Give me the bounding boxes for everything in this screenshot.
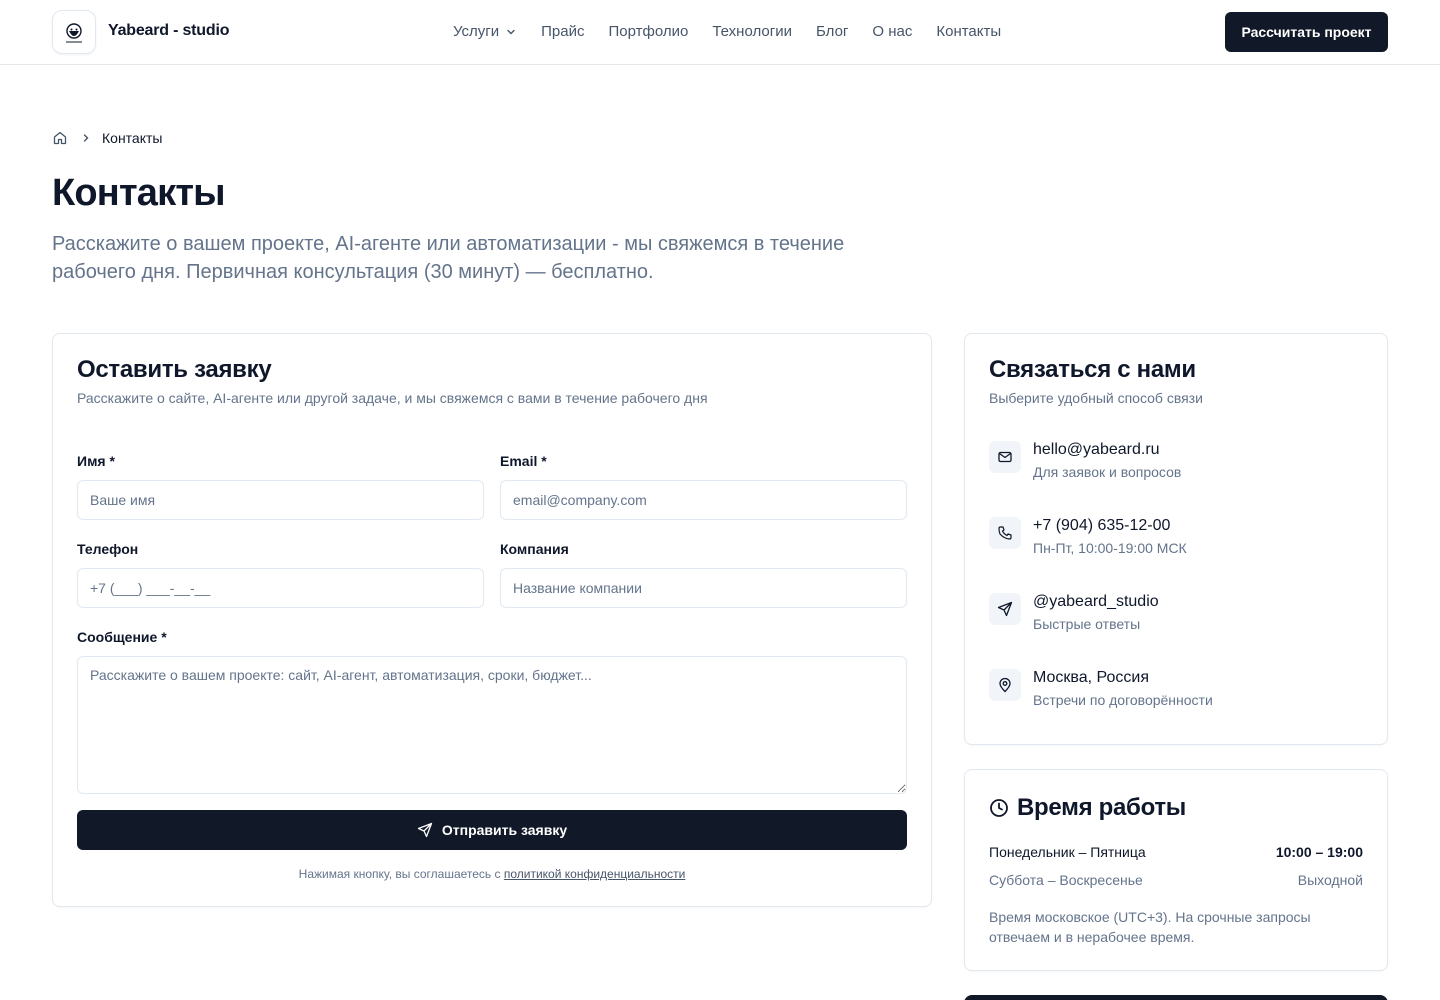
message-textarea[interactable] [77, 656, 907, 794]
site-header: Yabeard - studio Услуги Прайс Портфолио … [0, 0, 1440, 65]
name-label: Имя * [77, 453, 115, 469]
hours-header: Время работы [989, 794, 1186, 822]
company-label: Компания [500, 541, 569, 557]
nav-services-label: Услуги [453, 23, 500, 40]
contact-email: hello@yabeard.ru [1033, 441, 1160, 458]
submit-request-button[interactable]: Отправить заявку [77, 810, 907, 850]
chevron-down-icon [507, 29, 515, 34]
working-hours-card: Время работы Понедельник – Пятница 10:00… [964, 769, 1388, 971]
page-title: Контакты [52, 172, 226, 214]
request-form-card: Оставить заявку Расскажите о сайте, AI-а… [52, 333, 932, 907]
contact-description: Выберите удобный способ связи [989, 390, 1203, 406]
nav-pricing[interactable]: Прайс [541, 23, 584, 40]
breadcrumb: Контакты [52, 130, 162, 146]
mail-icon [989, 441, 1021, 473]
contact-title: Связаться с нами [989, 356, 1196, 383]
phone-label: Телефон [77, 541, 139, 557]
form-title: Оставить заявку [77, 356, 272, 383]
contact-item-phone[interactable]: +7 (904) 635-12-00 Пн-Пт, 10:00-19:00 МС… [989, 517, 1369, 561]
bottom-dark-card [964, 995, 1388, 1000]
privacy-policy-link[interactable]: политикой конфиденциальности [504, 867, 685, 881]
nav-technologies[interactable]: Технологии [712, 23, 792, 40]
email-label: Email * [500, 453, 547, 469]
hours-title: Время работы [1017, 794, 1186, 821]
hours-row-weekdays: Понедельник – Пятница 10:00 – 19:00 [989, 844, 1363, 860]
hours-note: Время московское (UTC+3). На срочные зап… [989, 909, 1311, 945]
breadcrumb-current: Контакты [102, 130, 163, 146]
hours-weekend-time: Выходной [1297, 872, 1363, 888]
message-label: Сообщение * [77, 629, 167, 645]
company-input[interactable] [500, 568, 907, 608]
page-subtitle: Расскажите о вашем проекте, AI-агенте ил… [52, 233, 845, 283]
logo[interactable] [52, 10, 96, 54]
contact-item-email[interactable]: hello@yabeard.ru Для заявок и вопросов [989, 441, 1369, 485]
contact-phone: +7 (904) 635-12-00 [1033, 517, 1171, 534]
phone-icon [989, 517, 1021, 549]
submit-label: Отправить заявку [441, 822, 568, 838]
contact-location-note: Встречи по договорённости [1033, 692, 1213, 708]
main-nav: Услуги Прайс Портфолио Технологии Блог О… [453, 23, 1025, 40]
chevron-right-icon [80, 132, 92, 144]
contact-location: Москва, Россия [1033, 669, 1149, 686]
hours-weekdays-days: Понедельник – Пятница [989, 844, 1146, 860]
contact-item-location[interactable]: Москва, Россия Встречи по договорённости [989, 669, 1369, 713]
contact-email-note: Для заявок и вопросов [1033, 464, 1182, 480]
contact-item-telegram[interactable]: @yabeard_studio Быстрые ответы [989, 593, 1369, 637]
consent-text: Нажимая кнопку, вы соглашаетесь с полити… [77, 867, 907, 881]
email-input[interactable] [500, 480, 907, 520]
beard-logo-icon [66, 23, 82, 43]
nav-portfolio[interactable]: Портфолио [609, 23, 689, 40]
hours-weekend-days: Суббота – Воскресенье [989, 872, 1143, 888]
home-icon[interactable] [52, 130, 68, 146]
nav-about[interactable]: О нас [872, 23, 912, 40]
nav-services[interactable]: Услуги [453, 23, 517, 40]
contact-telegram: @yabeard_studio [1033, 593, 1159, 610]
consent-prefix: Нажимая кнопку, вы соглашаетесь с [298, 867, 504, 881]
nav-blog[interactable]: Блог [816, 23, 848, 40]
nav-contacts[interactable]: Контакты [936, 23, 1001, 40]
calculate-project-button[interactable]: Рассчитать проект [1225, 12, 1388, 52]
map-pin-icon [989, 669, 1021, 701]
telegram-icon [989, 593, 1021, 625]
phone-input[interactable] [77, 568, 484, 608]
hours-row-weekend: Суббота – Воскресенье Выходной [989, 872, 1363, 888]
send-icon [417, 822, 433, 838]
contact-card: Связаться с нами Выберите удобный способ… [964, 333, 1388, 745]
contact-telegram-note: Быстрые ответы [1033, 616, 1141, 632]
hours-weekdays-time: 10:00 – 19:00 [1275, 844, 1363, 860]
clock-icon [990, 799, 1008, 817]
brand-name[interactable]: Yabeard - studio [108, 22, 229, 40]
form-description: Расскажите о сайте, AI-агенте или другой… [77, 390, 708, 406]
contact-phone-note: Пн-Пт, 10:00-19:00 МСК [1033, 540, 1187, 556]
name-input[interactable] [77, 480, 484, 520]
